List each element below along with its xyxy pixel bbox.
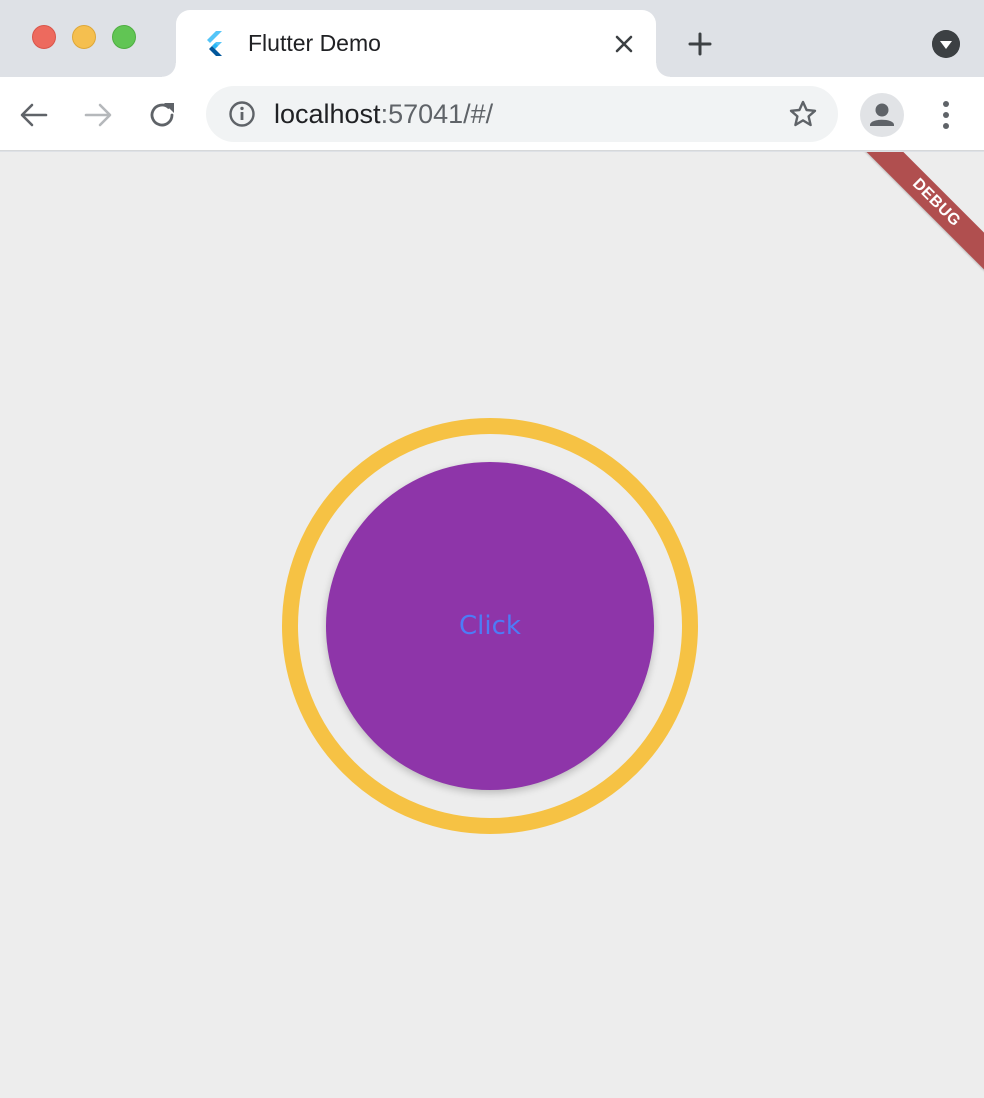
profile-avatar-icon <box>870 103 894 126</box>
flutter-app-viewport: DEBUG Click <box>0 152 984 1098</box>
browser-tab[interactable]: Flutter Demo <box>162 10 670 77</box>
profile-button[interactable] <box>860 93 904 137</box>
url-host: localhost <box>274 99 381 129</box>
new-tab-icon[interactable] <box>686 30 714 58</box>
back-arrow-icon[interactable] <box>18 99 50 131</box>
url-text[interactable]: localhost:57041/#/ <box>274 99 493 130</box>
tab-title: Flutter Demo <box>248 30 381 56</box>
tab-search-icon[interactable] <box>932 30 960 58</box>
click-button-label: Click <box>459 611 521 641</box>
window-close-button[interactable] <box>32 25 56 49</box>
window-zoom-button[interactable] <box>112 25 136 49</box>
url-path: :57041/#/ <box>380 99 494 129</box>
bookmark-star-icon[interactable] <box>788 99 818 129</box>
more-menu-icon[interactable] <box>934 97 958 133</box>
flutter-logo-icon <box>207 31 222 56</box>
close-tab-icon[interactable] <box>612 32 636 56</box>
window-minimize-button[interactable] <box>72 25 96 49</box>
browser-toolbar: localhost:57041/#/ <box>0 77 984 151</box>
debug-banner: DEBUG <box>856 152 984 283</box>
browser-titlebar: Flutter Demo <box>0 0 984 77</box>
forward-arrow-icon[interactable] <box>82 99 114 131</box>
reload-icon[interactable] <box>146 99 178 131</box>
address-bar[interactable]: localhost:57041/#/ <box>206 86 838 142</box>
info-icon[interactable] <box>228 100 256 128</box>
click-button[interactable]: Click <box>326 462 654 790</box>
